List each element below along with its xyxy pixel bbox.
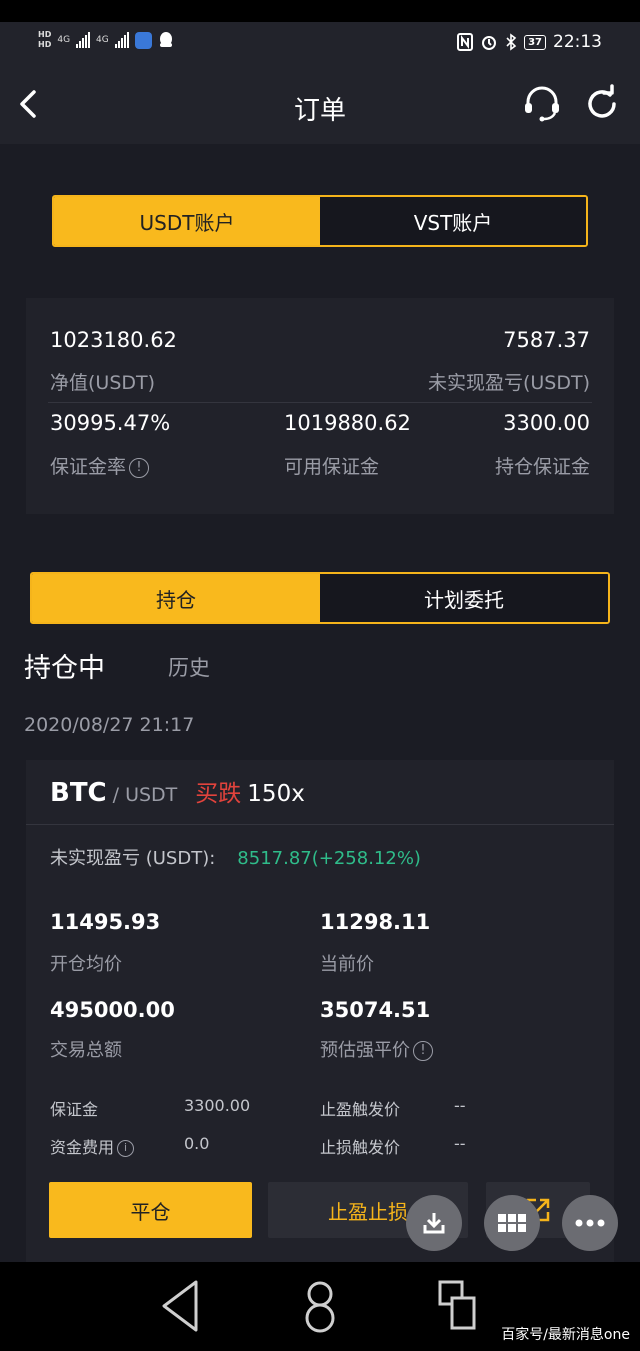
signal-icon-2 xyxy=(114,32,129,48)
position-divider xyxy=(26,824,614,825)
pnl-value: 8517.87(+258.12%) xyxy=(237,848,421,869)
subtab-holding[interactable]: 持仓中 xyxy=(24,646,105,685)
account-summary-card: 1023180.62 7587.37 净值(USDT) 未实现盈亏(USDT) … xyxy=(26,298,614,514)
info-icon[interactable]: ! xyxy=(413,1041,433,1061)
funding-fee-label: 资金费用 xyxy=(50,1138,115,1157)
network-type-2: 4G xyxy=(96,35,109,45)
tab-plan-orders[interactable]: 计划委托 xyxy=(320,574,608,622)
funding-fee-value: 0.0 xyxy=(184,1134,210,1153)
top-bezel xyxy=(0,0,640,22)
liq-price-label: 预估强平价 xyxy=(320,1040,410,1061)
available-margin-label: 可用保证金 xyxy=(284,456,380,478)
open-price-value: 11495.93 xyxy=(50,910,161,934)
status-left: HD HD 4G 4G xyxy=(38,30,174,50)
available-margin-value: 1019880.62 xyxy=(284,411,411,435)
position-leverage: 150x xyxy=(247,781,305,807)
total-label: 交易总额 xyxy=(50,1040,122,1061)
liq-price-label-group: 预估强平价! xyxy=(320,1036,433,1062)
net-value: 1023180.62 xyxy=(50,328,177,352)
battery-icon: 37 xyxy=(524,34,546,50)
nav-home-icon[interactable] xyxy=(290,1278,350,1334)
customer-service-icon[interactable] xyxy=(522,84,562,124)
liq-price-value: 35074.51 xyxy=(320,998,431,1022)
info-icon[interactable]: ! xyxy=(129,457,150,478)
alarm-icon xyxy=(482,36,497,50)
current-price-value: 11298.11 xyxy=(320,910,431,934)
hd-label-2: HD xyxy=(38,40,52,49)
take-profit-value: -- xyxy=(454,1096,466,1115)
tab-positions[interactable]: 持仓 xyxy=(32,574,320,622)
margin-rate-label: 保证金率 xyxy=(50,456,127,478)
margin-value: 3300.00 xyxy=(184,1096,251,1115)
position-side: 买跌 xyxy=(195,781,242,807)
summary-divider xyxy=(48,402,592,403)
position-card: BTC / USDT 买跌 150x 未实现盈亏 (USDT): 8517.87(… xyxy=(26,760,614,1262)
watermark-text: 百家号/最新消息one xyxy=(501,1327,630,1343)
network-type-1: 4G xyxy=(57,35,71,45)
status-bar: HD HD 4G 4G 37 22:13 xyxy=(0,22,640,64)
tab-usdt-account[interactable]: USDT账户 xyxy=(54,197,320,245)
position-margin-value: 3300.00 xyxy=(503,411,590,435)
margin-label: 保证金 xyxy=(50,1100,99,1119)
bluetooth-icon xyxy=(506,33,517,51)
total-value: 495000.00 xyxy=(50,998,175,1022)
qq-notification-icon xyxy=(159,32,172,47)
current-price-label: 当前价 xyxy=(320,954,374,975)
more-icon xyxy=(575,1219,605,1227)
funding-fee-label-group: 资金费用 i xyxy=(50,1134,135,1158)
margin-rate-value: 30995.47% xyxy=(50,411,171,435)
tab-vst-account[interactable]: VST账户 xyxy=(320,197,586,245)
clock-time: 22:13 xyxy=(553,32,602,52)
info-icon[interactable]: i xyxy=(117,1140,135,1157)
signal-icon-1 xyxy=(76,32,91,48)
margin-rate-label-group: 保证金率! xyxy=(50,452,150,479)
hd-indicator: HD HD xyxy=(38,30,51,50)
close-position-button[interactable]: 平仓 xyxy=(49,1182,252,1238)
pnl-label: 未实现盈亏 (USDT): xyxy=(50,848,216,869)
nfc-icon xyxy=(457,33,474,51)
account-tabs: USDT账户 VST账户 xyxy=(52,195,588,247)
download-fab[interactable] xyxy=(406,1195,462,1251)
more-fab[interactable] xyxy=(562,1195,618,1251)
app-header: 订单 xyxy=(0,64,640,144)
position-margin-label: 持仓保证金 xyxy=(494,456,590,478)
grid-icon xyxy=(498,1214,526,1232)
unrealized-pnl-value: 7587.37 xyxy=(503,328,590,352)
pnl-row: 未实现盈亏 (USDT): 8517.87(+258.12%) xyxy=(50,844,421,870)
nav-recents-icon[interactable] xyxy=(428,1278,488,1334)
refresh-icon[interactable] xyxy=(582,84,622,124)
stop-loss-value: -- xyxy=(454,1134,466,1153)
position-symbol: BTC xyxy=(50,778,107,808)
subtab-history[interactable]: 历史 xyxy=(168,652,210,682)
status-right: 37 22:13 xyxy=(457,32,602,52)
unrealized-pnl-label: 未实现盈亏(USDT) xyxy=(427,372,590,394)
position-quote: / USDT xyxy=(112,784,178,806)
hd-label-1: HD xyxy=(38,30,52,39)
position-tabs: 持仓 计划委托 xyxy=(30,572,610,624)
notification-app-icon xyxy=(134,31,152,49)
stop-loss-label: 止损触发价 xyxy=(320,1138,401,1157)
grid-fab[interactable] xyxy=(484,1195,540,1251)
app-screen: HD HD 4G 4G 37 22:13 订单 USDT账户 VST账户 102… xyxy=(0,22,640,1262)
nav-back-icon[interactable] xyxy=(150,1278,210,1334)
take-profit-label: 止盈触发价 xyxy=(320,1100,401,1119)
system-nav-bar: 百家号/最新消息one xyxy=(0,1262,640,1351)
open-price-label: 开仓均价 xyxy=(50,954,122,975)
position-header: BTC / USDT 买跌 150x xyxy=(50,774,305,808)
order-datetime: 2020/08/27 21:17 xyxy=(24,714,195,736)
net-value-label: 净值(USDT) xyxy=(50,372,156,394)
download-icon xyxy=(423,1213,445,1234)
